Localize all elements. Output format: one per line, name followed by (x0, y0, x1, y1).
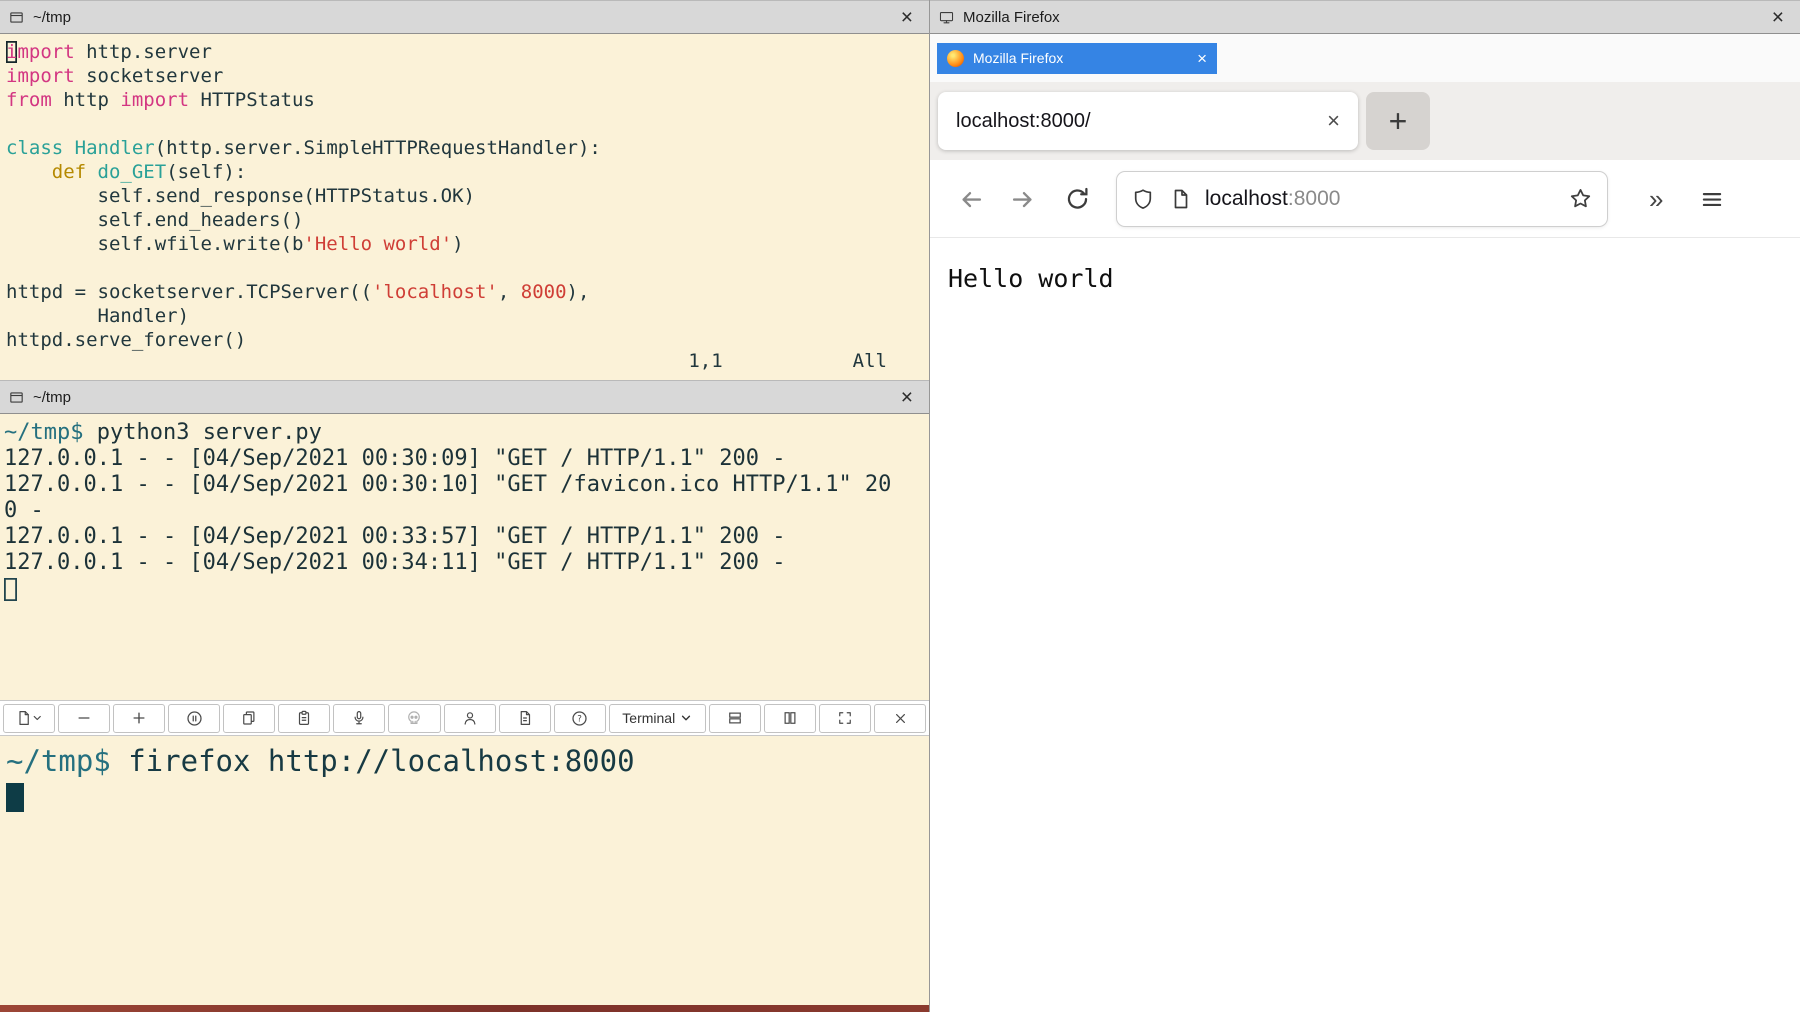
terminal-type-select[interactable]: Terminal (609, 704, 706, 733)
page-icon[interactable] (1168, 187, 1192, 211)
shield-icon[interactable] (1131, 187, 1155, 211)
editor-close-button[interactable]: × (901, 7, 913, 28)
code-lines: import http.serverimport socketserverfro… (6, 40, 925, 352)
star-icon (1568, 186, 1593, 211)
help-button[interactable]: ? (554, 704, 606, 733)
shell-lines: ~/tmp$ firefox http://localhost:8000 (6, 744, 923, 812)
vim-scroll-position: All (853, 350, 887, 372)
chevron-down-icon (680, 712, 692, 724)
back-button[interactable] (956, 185, 984, 213)
fullscreen-button[interactable] (819, 704, 871, 733)
editor-title: ~/tmp (33, 9, 71, 26)
pause-icon (185, 709, 204, 728)
minus-icon (75, 709, 93, 727)
tab-title: localhost:8000/ (956, 110, 1091, 133)
screen: ~/tmp × import http.serverimport sockets… (0, 0, 1800, 1012)
url-host: localhost (1205, 187, 1288, 211)
fullscreen-icon (836, 709, 854, 727)
back-arrow-icon (956, 185, 984, 213)
skull-icon (405, 709, 423, 727)
terminal-window-icon (8, 9, 25, 26)
user-button[interactable] (444, 704, 496, 733)
dock-strip (0, 1005, 929, 1012)
broadcast-kill-button[interactable] (388, 704, 440, 733)
wm-tab-firefox[interactable]: Mozilla Firefox × (937, 43, 1217, 74)
hello-world-text: Hello world (948, 264, 1114, 293)
shell-terminal[interactable]: ~/tmp$ firefox http://localhost:8000 (0, 736, 929, 1005)
new-window-button[interactable] (3, 704, 55, 733)
toolbar-close-button[interactable] (874, 704, 926, 733)
microphone-button[interactable] (333, 704, 385, 733)
close-icon (892, 710, 909, 727)
split-vertical-icon (781, 709, 799, 727)
forward-arrow-icon (1010, 185, 1038, 213)
wm-tab-close-button[interactable]: × (1197, 50, 1207, 67)
firefox-window-close-button[interactable]: × (1772, 7, 1784, 28)
vim-ruler: 1,1 (688, 350, 722, 372)
tab-localhost[interactable]: localhost:8000/ × (938, 92, 1358, 150)
url-bar[interactable]: localhost :8000 (1117, 172, 1607, 226)
svg-text:?: ? (577, 714, 582, 724)
tab-strip: localhost:8000/ × + (930, 82, 1800, 160)
plus-icon (130, 709, 148, 727)
microphone-icon (350, 709, 368, 727)
log-lines: ~/tmp$ python3 server.py127.0.0.1 - - [0… (4, 420, 925, 602)
firefox-window: Mozilla Firefox × Mozilla Firefox × loca… (930, 0, 1800, 1012)
split-vertical-button[interactable] (764, 704, 816, 733)
editor-titlebar[interactable]: ~/tmp × (0, 0, 929, 34)
new-tab-button[interactable]: + (1366, 92, 1430, 150)
document-button[interactable] (499, 704, 551, 733)
log-titlebar[interactable]: ~/tmp × (0, 380, 929, 414)
font-decrease-button[interactable] (58, 704, 110, 733)
log-title: ~/tmp (33, 389, 71, 406)
overflow-menu-button[interactable]: » (1649, 186, 1663, 212)
user-icon (461, 709, 479, 727)
bookmark-star-button[interactable] (1568, 186, 1593, 211)
terminal-type-label: Terminal (622, 710, 675, 726)
split-horizontal-button[interactable] (709, 704, 761, 733)
wm-tab-row: Mozilla Firefox × (930, 34, 1800, 82)
app-menu-button[interactable] (1699, 186, 1725, 212)
paste-button[interactable] (278, 704, 330, 733)
split-horizontal-icon (726, 709, 744, 727)
forward-button[interactable] (1010, 185, 1038, 213)
url-port: :8000 (1288, 187, 1341, 211)
terminal-window-icon (8, 389, 25, 406)
navigation-toolbar: localhost :8000 » (930, 160, 1800, 238)
document-icon (516, 709, 534, 727)
firefox-titlebar[interactable]: Mozilla Firefox × (930, 0, 1800, 34)
copy-button[interactable] (223, 704, 275, 733)
hamburger-menu-icon (1699, 186, 1725, 212)
reload-button[interactable] (1064, 185, 1091, 212)
terminal-panel: ~/tmp × import http.serverimport sockets… (0, 0, 930, 1012)
wm-tab-label: Mozilla Firefox (973, 50, 1063, 66)
vim-statusline: 1,1 All (0, 350, 929, 372)
pause-button[interactable] (168, 704, 220, 733)
paste-icon (295, 709, 313, 727)
new-window-icon (16, 709, 42, 727)
monitor-icon (938, 9, 955, 26)
tab-close-button[interactable]: × (1327, 110, 1340, 132)
vim-editor[interactable]: import http.serverimport socketserverfro… (0, 34, 929, 380)
reload-icon (1064, 185, 1091, 212)
server-log-terminal[interactable]: ~/tmp$ python3 server.py127.0.0.1 - - [0… (0, 414, 929, 700)
page-content: Hello world (930, 238, 1800, 1012)
copy-icon (240, 709, 258, 727)
firefox-logo-icon (947, 50, 964, 67)
firefox-window-title: Mozilla Firefox (963, 9, 1060, 26)
terminal-toolbar: ? Terminal (0, 700, 929, 736)
log-close-button[interactable]: × (901, 387, 913, 408)
help-icon: ? (570, 709, 589, 728)
font-increase-button[interactable] (113, 704, 165, 733)
